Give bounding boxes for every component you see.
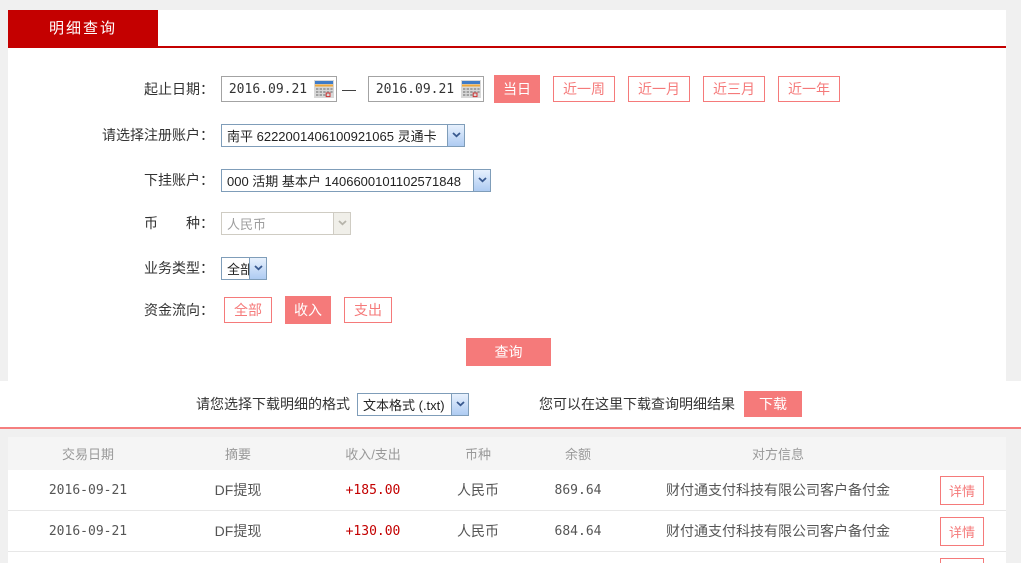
currency-value: 人民币 (227, 216, 267, 232)
column-header: 对方信息 (751, 447, 804, 462)
download-bar: 请您选择下载明细的格式 文本格式 (.txt) 您可以在这里下载查询明细结果 下… (0, 381, 1021, 427)
date-range-label: 起止日期： (144, 81, 214, 97)
date-range-row: 起止日期： 2016.09.21 — 2016.09.21 当日 近一周 近一月… (8, 75, 853, 103)
detail-button[interactable]: 详情 (939, 557, 984, 563)
sub-account-select[interactable]: 000 活期 基本户 1406600101102571848 (221, 168, 491, 192)
table-cell: 869.64 (554, 482, 602, 498)
detail-button[interactable]: 详情 (939, 516, 984, 546)
business-type-value: 全部 (227, 261, 249, 277)
sub-account-value: 000 活期 基本户 1406600101102571848 (227, 173, 461, 189)
column-header: 余额 (564, 447, 591, 462)
download-format-label: 请您选择下载明细的格式 (196, 396, 350, 412)
table-cell-action: 详情 (918, 516, 1006, 546)
column-header: 摘要 (224, 447, 251, 462)
download-button[interactable]: 下载 (744, 391, 802, 417)
table-cell: 684.64 (554, 523, 602, 539)
table-row: 2016-09-21 DF提现 +130.00 人民币 684.64 财付通支付科技有限公… (8, 511, 1006, 552)
tab-detail-query[interactable]: 明细查询 (8, 10, 158, 48)
table-cell: 2016-09-21 (48, 482, 128, 498)
sub-account-label: 下挂账户： (144, 172, 214, 188)
chevron-down-icon[interactable] (447, 124, 464, 146)
results-table: 交易日期 摘要 收入/支出 币种 余额 对方信息 2016-09-21 DF提现 +185.0… (8, 437, 1006, 563)
quick-range-button[interactable]: 近一月 (628, 76, 690, 102)
fund-flow-row: 资金流向： 全部 收入 支出 (8, 296, 405, 324)
date-range-separator: — (342, 81, 356, 97)
table-cell: DF提现 (214, 482, 262, 498)
column-header: 币种 (464, 447, 491, 462)
download-format-select[interactable]: 文本格式 (.txt) (357, 392, 469, 416)
start-date-input[interactable]: 2016.09.21 (221, 76, 337, 102)
calendar-icon[interactable] (314, 80, 334, 98)
sub-account-row: 下挂账户： 000 活期 基本户 1406600101102571848 (8, 166, 491, 194)
register-account-value: 南平 6222001406100921065 灵通卡 (227, 128, 437, 144)
quick-range-button[interactable]: 近三月 (703, 76, 765, 102)
chevron-down-icon[interactable] (249, 257, 266, 279)
query-panel: 明细查询 起止日期： 2016.09.21 — 2016.09.21 当日 近一… (8, 10, 1006, 381)
table-header-row: 交易日期 摘要 收入/支出 币种 余额 对方信息 (8, 437, 1006, 470)
start-date-value: 2016.09.21 (228, 81, 308, 97)
chevron-down-icon (333, 212, 350, 234)
quick-range-group: 当日 近一周 近一月 近三月 近一年 (494, 75, 853, 103)
quick-range-button[interactable]: 当日 (494, 75, 540, 103)
table-cell: 2016-09-21 (48, 523, 128, 539)
table-body: 2016-09-21 DF提现 +185.00 人民币 869.64 财付通支付科技有限公… (8, 470, 1006, 563)
business-type-select[interactable]: 全部 (221, 256, 267, 280)
table-cell: 财付通支付科技有限公司客户备付金 (666, 523, 890, 539)
download-format-value: 文本格式 (.txt) (363, 397, 445, 413)
quick-range-button[interactable]: 近一年 (778, 76, 840, 102)
register-account-label: 请选择注册账户： (102, 127, 214, 143)
fund-flow-label: 资金流向： (144, 302, 214, 318)
table-cell-action: 详情 (918, 475, 1006, 505)
chevron-down-icon[interactable] (473, 169, 490, 191)
table-cell: 财付通支付科技有限公司客户备付金 (666, 482, 890, 498)
end-date-input[interactable]: 2016.09.21 (368, 76, 484, 102)
register-account-select[interactable]: 南平 6222001406100921065 灵通卡 (221, 123, 465, 147)
table-cell: DF提现 (214, 523, 262, 539)
table-cell-action: 详情 (918, 557, 1006, 563)
quick-range-button[interactable]: 近一周 (553, 76, 615, 102)
detail-button[interactable]: 详情 (939, 475, 984, 505)
fund-flow-button[interactable]: 全部 (224, 297, 272, 323)
table-row: 详情 (8, 552, 1006, 563)
business-type-row: 业务类型： 全部 (8, 254, 267, 282)
tab-bar: 明细查询 (8, 10, 1006, 48)
download-hint: 您可以在这里下载查询明细结果 (539, 396, 735, 412)
fund-flow-button[interactable]: 收入 (285, 296, 331, 324)
currency-row: 币 种： 人民币 (8, 209, 351, 237)
chevron-down-icon[interactable] (451, 393, 468, 415)
query-row: 查询 (8, 338, 551, 366)
fund-flow-group: 全部 收入 支出 (224, 296, 405, 324)
fund-flow-button[interactable]: 支出 (344, 297, 392, 323)
query-button[interactable]: 查询 (466, 338, 551, 366)
table-cell: 人民币 (457, 523, 499, 539)
business-type-label: 业务类型： (144, 260, 214, 276)
table-cell: +185.00 (345, 482, 401, 498)
column-header: 交易日期 (61, 447, 114, 462)
table-row: 2016-09-21 DF提现 +185.00 人民币 869.64 财付通支付科技有限公… (8, 470, 1006, 511)
end-date-value: 2016.09.21 (375, 81, 455, 97)
column-header: 收入/支出 (345, 447, 401, 462)
table-top-divider (0, 427, 1021, 429)
table-cell: +130.00 (345, 523, 401, 539)
table-cell: 人民币 (457, 482, 499, 498)
register-account-row: 请选择注册账户： 南平 6222001406100921065 灵通卡 (8, 121, 465, 149)
currency-label: 币 种： (144, 215, 214, 231)
currency-select: 人民币 (221, 211, 351, 235)
calendar-icon[interactable] (461, 80, 481, 98)
